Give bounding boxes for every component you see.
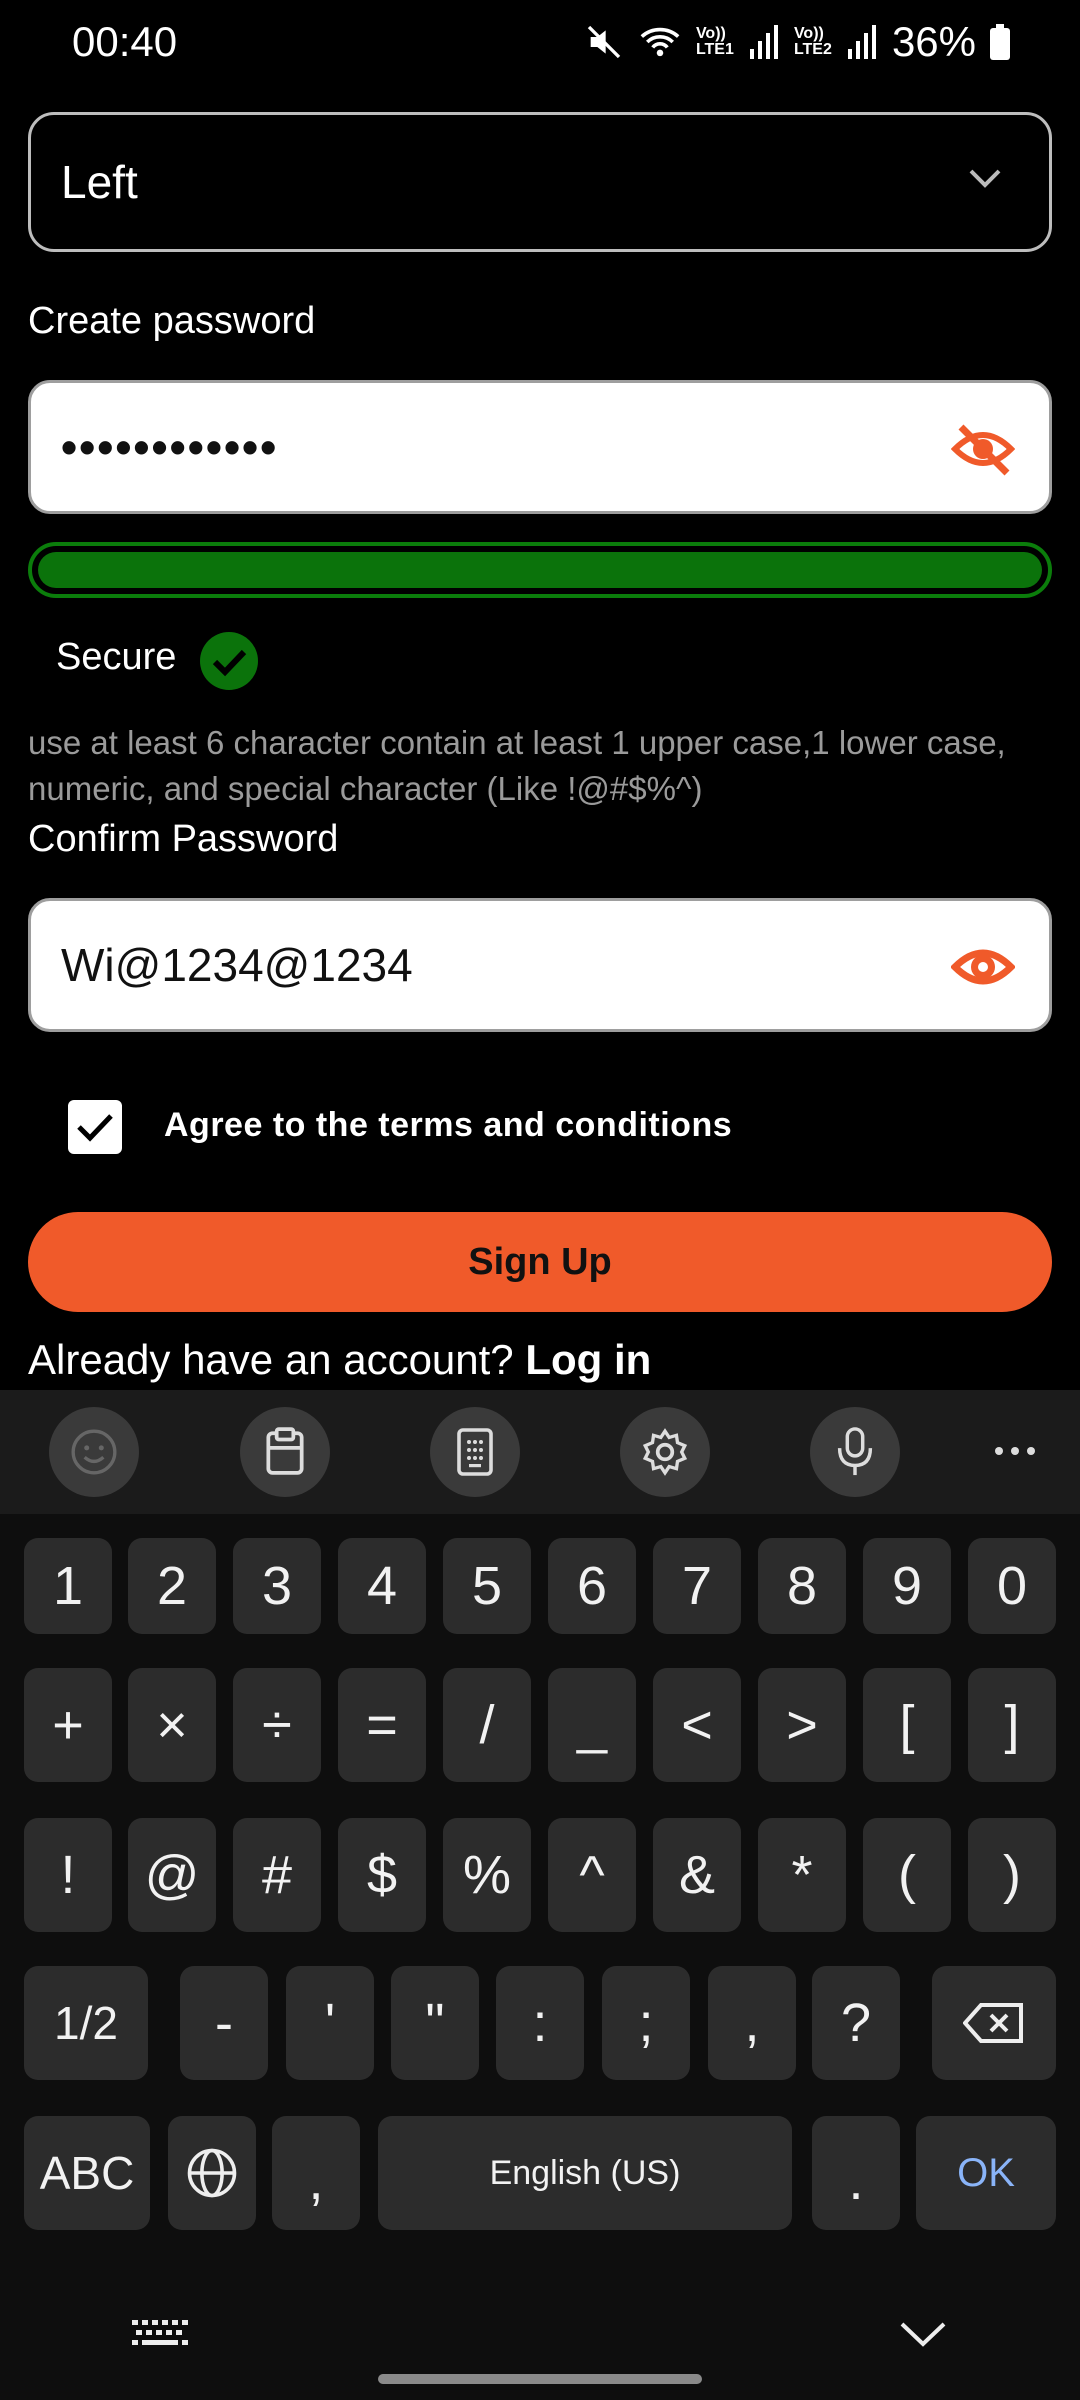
login-prompt: Already have an account? Log in	[28, 1336, 651, 1384]
wifi-icon	[638, 22, 682, 62]
backspace-icon	[963, 2003, 1023, 2043]
keypad-icon[interactable]	[430, 1407, 520, 1497]
key-equals[interactable]: =	[338, 1668, 426, 1782]
key-slash[interactable]: /	[443, 1668, 531, 1782]
key-7[interactable]: 7	[653, 1538, 741, 1634]
key-percent[interactable]: %	[443, 1818, 531, 1932]
key-3[interactable]: 3	[233, 1538, 321, 1634]
key-plus[interactable]: +	[24, 1668, 112, 1782]
key-at[interactable]: @	[128, 1818, 216, 1932]
side-select-value: Left	[61, 156, 138, 208]
abc-key[interactable]: ABC	[24, 2116, 150, 2230]
backspace-key[interactable]	[932, 1966, 1056, 2080]
key-page-toggle[interactable]: 1/2	[24, 1966, 148, 2080]
key-underscore[interactable]: _	[548, 1668, 636, 1782]
more-icon[interactable]	[990, 1436, 1040, 1471]
key-hyphen[interactable]: -	[180, 1966, 268, 2080]
key-comma-bottom[interactable]: ,	[272, 2116, 360, 2230]
key-2[interactable]: 2	[128, 1538, 216, 1634]
key-left-paren[interactable]: (	[863, 1818, 951, 1932]
agree-label[interactable]: Agree to the terms and conditions	[164, 1106, 732, 1145]
globe-icon	[187, 2148, 237, 2198]
already-text: Already have an account?	[28, 1336, 514, 1383]
key-ampersand[interactable]: &	[653, 1818, 741, 1932]
password-value: ••••••••••••	[61, 421, 279, 473]
agree-checkbox[interactable]	[68, 1100, 122, 1154]
language-key[interactable]	[168, 2116, 256, 2230]
confirm-password-input[interactable]: Wi@1234@1234	[28, 898, 1052, 1032]
key-8[interactable]: 8	[758, 1538, 846, 1634]
key-times[interactable]: ×	[128, 1668, 216, 1782]
hide-keyboard-icon[interactable]	[898, 2318, 948, 2353]
key-6[interactable]: 6	[548, 1538, 636, 1634]
ok-key[interactable]: OK	[916, 2116, 1056, 2230]
keyboard-toolbar	[0, 1390, 1080, 1514]
password-strength-fill	[38, 552, 1042, 588]
key-divide[interactable]: ÷	[233, 1668, 321, 1782]
login-link[interactable]: Log in	[525, 1336, 651, 1383]
status-icons: Vo)) LTE1 Vo)) LTE2 36%	[584, 18, 1010, 66]
sim1-signal-icon: Vo)) LTE1	[695, 25, 734, 58]
key-9[interactable]: 9	[863, 1538, 951, 1634]
key-quote[interactable]: "	[391, 1966, 479, 2080]
signal-bars-icon	[749, 25, 780, 59]
battery-icon	[990, 24, 1010, 60]
key-1[interactable]: 1	[24, 1538, 112, 1634]
key-left-bracket[interactable]: [	[863, 1668, 951, 1782]
settings-icon[interactable]	[620, 1407, 710, 1497]
key-less-than[interactable]: <	[653, 1668, 741, 1782]
key-dollar[interactable]: $	[338, 1818, 426, 1932]
key-apostrophe[interactable]: '	[286, 1966, 374, 2080]
confirm-password-label: Confirm Password	[28, 818, 339, 860]
key-period[interactable]: .	[812, 2116, 900, 2230]
navigation-handle[interactable]	[378, 2374, 702, 2384]
key-greater-than[interactable]: >	[758, 1668, 846, 1782]
create-password-label: Create password	[28, 300, 316, 342]
confirm-password-value: Wi@1234@1234	[61, 939, 413, 991]
battery-percent: 36%	[891, 18, 976, 65]
key-semicolon[interactable]: ;	[602, 1966, 690, 2080]
space-key[interactable]: English (US)	[378, 2116, 792, 2230]
emoji-icon[interactable]	[49, 1407, 139, 1497]
password-strength-bar	[28, 542, 1052, 598]
key-right-bracket[interactable]: ]	[968, 1668, 1056, 1782]
clipboard-icon[interactable]	[240, 1407, 330, 1497]
password-hint: use at least 6 character contain at leas…	[28, 724, 1006, 807]
key-4[interactable]: 4	[338, 1538, 426, 1634]
sign-up-button[interactable]: Sign Up	[28, 1212, 1052, 1312]
mic-icon[interactable]	[810, 1407, 900, 1497]
key-0[interactable]: 0	[968, 1538, 1056, 1634]
mute-icon	[584, 22, 624, 62]
key-exclamation[interactable]: !	[24, 1818, 112, 1932]
side-select[interactable]: Left	[28, 112, 1052, 252]
sim2-signal-icon: Vo)) LTE2	[793, 25, 832, 58]
strength-label: Secure	[56, 636, 177, 678]
password-input[interactable]: ••••••••••••	[28, 380, 1052, 514]
keyboard-switch-icon[interactable]	[132, 2318, 188, 2355]
key-caret[interactable]: ^	[548, 1818, 636, 1932]
checkmark-icon	[77, 1114, 113, 1142]
key-asterisk[interactable]: *	[758, 1818, 846, 1932]
chevron-down-icon	[969, 169, 1001, 188]
status-time: 00:40	[72, 18, 178, 65]
eye-off-icon[interactable]	[951, 421, 1015, 477]
key-question[interactable]: ?	[812, 1966, 900, 2080]
check-circle-icon	[200, 632, 258, 695]
key-colon[interactable]: :	[496, 1966, 584, 2080]
key-5[interactable]: 5	[443, 1538, 531, 1634]
key-comma[interactable]: ,	[708, 1966, 796, 2080]
key-hash[interactable]: #	[233, 1818, 321, 1932]
key-right-paren[interactable]: )	[968, 1818, 1056, 1932]
eye-icon[interactable]	[951, 939, 1015, 995]
signal-bars-icon	[847, 25, 878, 59]
